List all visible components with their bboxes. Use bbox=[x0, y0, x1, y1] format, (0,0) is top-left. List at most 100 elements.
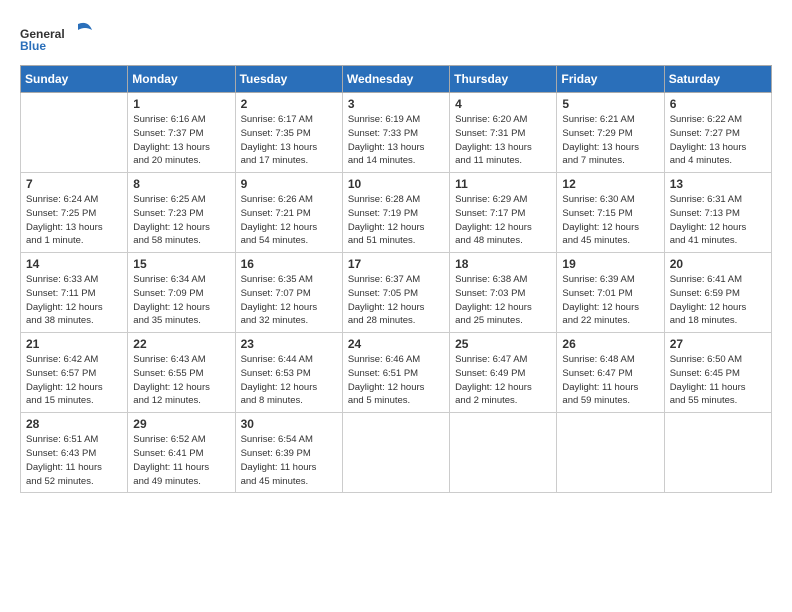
day-info: Sunrise: 6:54 AMSunset: 6:39 PMDaylight:… bbox=[241, 433, 337, 488]
day-header-saturday: Saturday bbox=[664, 66, 771, 93]
day-cell bbox=[21, 93, 128, 173]
day-info: Sunrise: 6:46 AMSunset: 6:51 PMDaylight:… bbox=[348, 353, 444, 408]
day-number: 10 bbox=[348, 177, 444, 191]
day-number: 28 bbox=[26, 417, 122, 431]
day-info: Sunrise: 6:41 AMSunset: 6:59 PMDaylight:… bbox=[670, 273, 766, 328]
day-info: Sunrise: 6:51 AMSunset: 6:43 PMDaylight:… bbox=[26, 433, 122, 488]
day-cell: 7 Sunrise: 6:24 AMSunset: 7:25 PMDaylight… bbox=[21, 173, 128, 253]
day-info: Sunrise: 6:22 AMSunset: 7:27 PMDaylight:… bbox=[670, 113, 766, 168]
week-row-3: 14 Sunrise: 6:33 AMSunset: 7:11 PMDayligh… bbox=[21, 253, 772, 333]
day-number: 12 bbox=[562, 177, 658, 191]
day-cell: 8 Sunrise: 6:25 AMSunset: 7:23 PMDaylight… bbox=[128, 173, 235, 253]
day-header-sunday: Sunday bbox=[21, 66, 128, 93]
day-number: 16 bbox=[241, 257, 337, 271]
day-number: 27 bbox=[670, 337, 766, 351]
day-info: Sunrise: 6:35 AMSunset: 7:07 PMDaylight:… bbox=[241, 273, 337, 328]
week-row-2: 7 Sunrise: 6:24 AMSunset: 7:25 PMDaylight… bbox=[21, 173, 772, 253]
day-cell bbox=[342, 413, 449, 493]
day-number: 8 bbox=[133, 177, 229, 191]
day-cell: 1 Sunrise: 6:16 AMSunset: 7:37 PMDaylight… bbox=[128, 93, 235, 173]
day-info: Sunrise: 6:37 AMSunset: 7:05 PMDaylight:… bbox=[348, 273, 444, 328]
day-number: 9 bbox=[241, 177, 337, 191]
day-cell: 18 Sunrise: 6:38 AMSunset: 7:03 PMDayligh… bbox=[450, 253, 557, 333]
day-cell: 13Sunrise: 6:31 AMSunset: 7:13 PMDayligh… bbox=[664, 173, 771, 253]
day-number: 19 bbox=[562, 257, 658, 271]
day-info: Sunrise: 6:43 AMSunset: 6:55 PMDaylight:… bbox=[133, 353, 229, 408]
day-cell: 6Sunrise: 6:22 AMSunset: 7:27 PMDaylight… bbox=[664, 93, 771, 173]
day-number: 7 bbox=[26, 177, 122, 191]
day-info: Sunrise: 6:20 AMSunset: 7:31 PMDaylight:… bbox=[455, 113, 551, 168]
day-cell: 19 Sunrise: 6:39 AMSunset: 7:01 PMDayligh… bbox=[557, 253, 664, 333]
day-header-tuesday: Tuesday bbox=[235, 66, 342, 93]
calendar-table: SundayMondayTuesdayWednesdayThursdayFrid… bbox=[20, 65, 772, 493]
day-cell: 22 Sunrise: 6:43 AMSunset: 6:55 PMDayligh… bbox=[128, 333, 235, 413]
day-number: 25 bbox=[455, 337, 551, 351]
day-number: 23 bbox=[241, 337, 337, 351]
day-number: 29 bbox=[133, 417, 229, 431]
day-number: 15 bbox=[133, 257, 229, 271]
day-info: Sunrise: 6:38 AMSunset: 7:03 PMDaylight:… bbox=[455, 273, 551, 328]
day-cell: 30Sunrise: 6:54 AMSunset: 6:39 PMDayligh… bbox=[235, 413, 342, 493]
day-info: Sunrise: 6:39 AMSunset: 7:01 PMDaylight:… bbox=[562, 273, 658, 328]
page-header: General Blue bbox=[20, 20, 772, 55]
day-info: Sunrise: 6:48 AMSunset: 6:47 PMDaylight:… bbox=[562, 353, 658, 408]
day-info: Sunrise: 6:50 AMSunset: 6:45 PMDaylight:… bbox=[670, 353, 766, 408]
day-number: 14 bbox=[26, 257, 122, 271]
day-info: Sunrise: 6:34 AMSunset: 7:09 PMDaylight:… bbox=[133, 273, 229, 328]
day-cell bbox=[664, 413, 771, 493]
day-info: Sunrise: 6:16 AMSunset: 7:37 PMDaylight:… bbox=[133, 113, 229, 168]
day-info: Sunrise: 6:44 AMSunset: 6:53 PMDaylight:… bbox=[241, 353, 337, 408]
day-cell: 23 Sunrise: 6:44 AMSunset: 6:53 PMDayligh… bbox=[235, 333, 342, 413]
day-number: 3 bbox=[348, 97, 444, 111]
day-info: Sunrise: 6:47 AMSunset: 6:49 PMDaylight:… bbox=[455, 353, 551, 408]
week-row-1: 1 Sunrise: 6:16 AMSunset: 7:37 PMDaylight… bbox=[21, 93, 772, 173]
day-number: 22 bbox=[133, 337, 229, 351]
day-info: Sunrise: 6:17 AMSunset: 7:35 PMDaylight:… bbox=[241, 113, 337, 168]
day-number: 11 bbox=[455, 177, 551, 191]
logo: General Blue bbox=[20, 20, 100, 55]
day-number: 20 bbox=[670, 257, 766, 271]
day-cell: 26 Sunrise: 6:48 AMSunset: 6:47 PMDayligh… bbox=[557, 333, 664, 413]
day-cell: 12 Sunrise: 6:30 AMSunset: 7:15 PMDayligh… bbox=[557, 173, 664, 253]
day-cell: 11Sunrise: 6:29 AMSunset: 7:17 PMDayligh… bbox=[450, 173, 557, 253]
day-cell: 20 Sunrise: 6:41 AMSunset: 6:59 PMDayligh… bbox=[664, 253, 771, 333]
day-info: Sunrise: 6:28 AMSunset: 7:19 PMDaylight:… bbox=[348, 193, 444, 248]
day-info: Sunrise: 6:30 AMSunset: 7:15 PMDaylight:… bbox=[562, 193, 658, 248]
day-number: 21 bbox=[26, 337, 122, 351]
day-cell: 28 Sunrise: 6:51 AMSunset: 6:43 PMDayligh… bbox=[21, 413, 128, 493]
day-cell: 15 Sunrise: 6:34 AMSunset: 7:09 PMDayligh… bbox=[128, 253, 235, 333]
week-row-5: 28 Sunrise: 6:51 AMSunset: 6:43 PMDayligh… bbox=[21, 413, 772, 493]
day-number: 2 bbox=[241, 97, 337, 111]
day-number: 18 bbox=[455, 257, 551, 271]
day-cell: 9 Sunrise: 6:26 AMSunset: 7:21 PMDaylight… bbox=[235, 173, 342, 253]
day-info: Sunrise: 6:33 AMSunset: 7:11 PMDaylight:… bbox=[26, 273, 122, 328]
day-cell: 25 Sunrise: 6:47 AMSunset: 6:49 PMDayligh… bbox=[450, 333, 557, 413]
day-header-friday: Friday bbox=[557, 66, 664, 93]
day-info: Sunrise: 6:42 AMSunset: 6:57 PMDaylight:… bbox=[26, 353, 122, 408]
day-header-wednesday: Wednesday bbox=[342, 66, 449, 93]
day-cell: 17 Sunrise: 6:37 AMSunset: 7:05 PMDayligh… bbox=[342, 253, 449, 333]
day-header-monday: Monday bbox=[128, 66, 235, 93]
day-header-thursday: Thursday bbox=[450, 66, 557, 93]
day-number: 17 bbox=[348, 257, 444, 271]
day-cell bbox=[557, 413, 664, 493]
day-number: 26 bbox=[562, 337, 658, 351]
day-info: Sunrise: 6:31 AMSunset: 7:13 PMDaylight:… bbox=[670, 193, 766, 248]
day-info: Sunrise: 6:25 AMSunset: 7:23 PMDaylight:… bbox=[133, 193, 229, 248]
day-number: 1 bbox=[133, 97, 229, 111]
day-cell: 3 Sunrise: 6:19 AMSunset: 7:33 PMDaylight… bbox=[342, 93, 449, 173]
day-info: Sunrise: 6:21 AMSunset: 7:29 PMDaylight:… bbox=[562, 113, 658, 168]
day-cell: 2 Sunrise: 6:17 AMSunset: 7:35 PMDaylight… bbox=[235, 93, 342, 173]
day-cell bbox=[450, 413, 557, 493]
day-cell: 27 Sunrise: 6:50 AMSunset: 6:45 PMDayligh… bbox=[664, 333, 771, 413]
day-number: 24 bbox=[348, 337, 444, 351]
day-cell: 5 Sunrise: 6:21 AMSunset: 7:29 PMDaylight… bbox=[557, 93, 664, 173]
day-info: Sunrise: 6:24 AMSunset: 7:25 PMDaylight:… bbox=[26, 193, 122, 248]
logo-icon: General Blue bbox=[20, 20, 100, 55]
day-info: Sunrise: 6:19 AMSunset: 7:33 PMDaylight:… bbox=[348, 113, 444, 168]
day-cell: 21 Sunrise: 6:42 AMSunset: 6:57 PMDayligh… bbox=[21, 333, 128, 413]
day-cell: 14 Sunrise: 6:33 AMSunset: 7:11 PMDayligh… bbox=[21, 253, 128, 333]
day-info: Sunrise: 6:26 AMSunset: 7:21 PMDaylight:… bbox=[241, 193, 337, 248]
day-number: 5 bbox=[562, 97, 658, 111]
day-cell: 24 Sunrise: 6:46 AMSunset: 6:51 PMDayligh… bbox=[342, 333, 449, 413]
